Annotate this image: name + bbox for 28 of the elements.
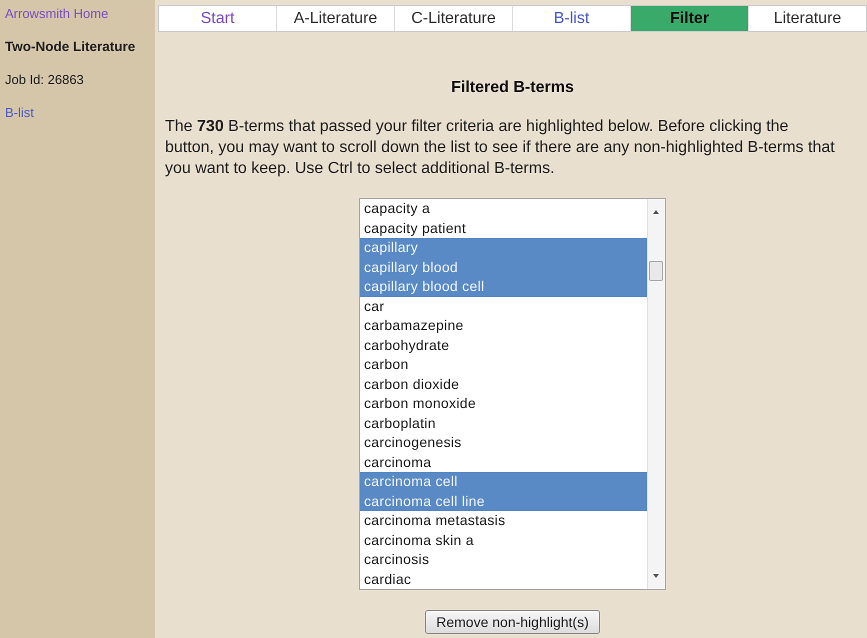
nav-tab[interactable]: A-Literature bbox=[276, 6, 394, 31]
term-option[interactable]: capacity patient bbox=[360, 218, 647, 238]
term-option[interactable]: carcinoma metastasis bbox=[360, 511, 647, 530]
term-option[interactable]: carbon bbox=[360, 355, 647, 374]
scrollbar[interactable] bbox=[647, 199, 665, 589]
term-option[interactable]: capacity a bbox=[360, 199, 647, 218]
term-listbox[interactable] bbox=[359, 198, 666, 590]
term-option[interactable]: carcinogenesis bbox=[360, 433, 647, 452]
term-option[interactable]: carbon dioxide bbox=[360, 374, 647, 394]
nav-tab[interactable]: C-Literature bbox=[394, 6, 512, 31]
term-option[interactable]: cardiac bbox=[360, 570, 647, 589]
nav-tab[interactable]: Filter bbox=[630, 6, 748, 31]
term-option[interactable]: carbohydrate bbox=[360, 336, 647, 355]
term-option[interactable]: carcinoma bbox=[360, 452, 647, 472]
term-option[interactable]: carcinoma skin a bbox=[360, 530, 647, 550]
scroll-thumb[interactable] bbox=[649, 261, 663, 281]
job-id-text: Job Id: 26863 bbox=[5, 72, 84, 87]
nav-tab[interactable]: Start bbox=[159, 6, 276, 31]
term-option[interactable]: carcinosis bbox=[360, 550, 647, 570]
term-option[interactable]: carbamazepine bbox=[360, 316, 647, 336]
remove-button[interactable]: Remove non-highlight(s) bbox=[425, 610, 600, 634]
instructions-text: The 730 B-terms that passed your filter criteria are highlighted below. Before clicking the button, you may want to scroll down the list to see if there are any non-highlighted B-terms that you want to keep. Use Ctrl to select additional B-terms. bbox=[164, 117, 836, 179]
term-option[interactable]: car bbox=[360, 296, 647, 316]
term-option[interactable]: carboplatin bbox=[360, 414, 647, 433]
nav-tab[interactable]: Literature bbox=[748, 6, 866, 31]
term-option[interactable]: carbon monoxide bbox=[360, 394, 647, 414]
section-title: Two-Node Literature bbox=[5, 39, 136, 54]
page-heading: Filtered B-terms bbox=[451, 79, 574, 97]
